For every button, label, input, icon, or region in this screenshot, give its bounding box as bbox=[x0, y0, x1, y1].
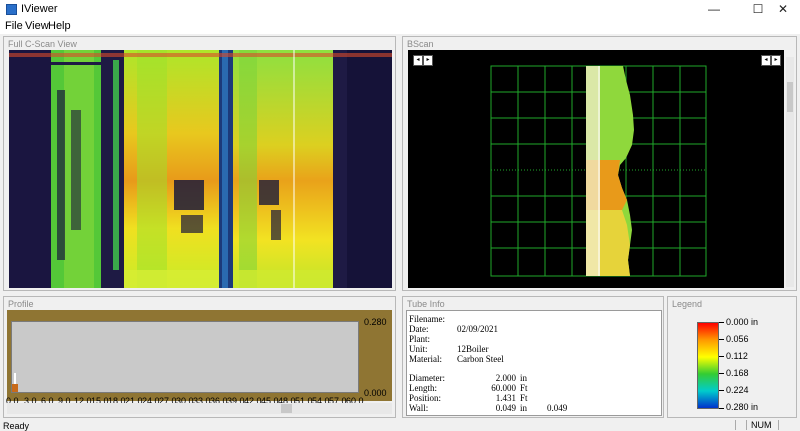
position-value: 1.431 bbox=[495, 393, 516, 403]
length-value: 60.000 bbox=[491, 383, 516, 393]
profile-panel: Profile 0.280 0.000 0.0 3.0 6.0 9.0 12.0… bbox=[3, 296, 396, 418]
profile-scrollbar[interactable] bbox=[7, 403, 392, 414]
menu-file[interactable]: File bbox=[5, 20, 23, 32]
window-title: IViewer bbox=[21, 3, 58, 15]
bscan-prev-button[interactable]: ◂ bbox=[413, 55, 423, 66]
bscan-image[interactable] bbox=[408, 50, 784, 288]
material-value: Carbon Steel bbox=[457, 354, 504, 364]
legend-tick bbox=[719, 373, 724, 374]
diameter-value: 2.000 bbox=[495, 373, 516, 383]
tube-info-box: Filename: Date: 02/09/2021 Plant: Unit: … bbox=[406, 310, 662, 416]
legend-label: 0.056 bbox=[726, 334, 749, 344]
legend-label: 0.112 bbox=[726, 351, 748, 361]
menu-view[interactable]: View bbox=[25, 20, 49, 32]
bscan-prev-right-button[interactable]: ◂ bbox=[761, 55, 771, 66]
app-icon bbox=[6, 4, 17, 15]
bscan-next-right-button[interactable]: ▸ bbox=[771, 55, 781, 66]
cscan-image[interactable] bbox=[9, 50, 392, 288]
legend-tick bbox=[719, 356, 724, 357]
close-button[interactable]: ✕ bbox=[766, 0, 800, 19]
status-cell-caps bbox=[735, 420, 742, 430]
filename-label: Filename: bbox=[409, 314, 445, 324]
legend-panel: Legend 0.000 in 0.056 0.112 0.168 0.224 … bbox=[667, 296, 797, 418]
profile-plot[interactable] bbox=[11, 321, 359, 393]
status-cell-scroll bbox=[778, 420, 799, 430]
profile-title: Profile bbox=[8, 299, 34, 309]
length-unit: Ft bbox=[520, 383, 528, 393]
bscan-panel: BScan ◂ ▸ ◂ ▸ bbox=[402, 36, 797, 291]
bscan-scrollbar-thumb[interactable] bbox=[787, 82, 793, 112]
date-value: 02/09/2021 bbox=[457, 324, 499, 334]
legend-label: 0.000 in bbox=[726, 317, 759, 327]
position-unit: Ft bbox=[520, 393, 528, 403]
profile-y-min: 0.000 bbox=[364, 388, 387, 398]
wall-unit: in bbox=[520, 403, 528, 413]
status-num: NUM bbox=[746, 420, 779, 430]
minimize-button[interactable]: — bbox=[697, 0, 731, 19]
unit-label: Unit: bbox=[409, 344, 428, 354]
title-bar bbox=[0, 0, 800, 19]
plant-label: Plant: bbox=[409, 334, 431, 344]
wall-extra-value: 0.049 bbox=[547, 403, 568, 413]
profile-y-max: 0.280 bbox=[364, 317, 387, 327]
menu-bar bbox=[0, 19, 800, 34]
diameter-unit: in bbox=[520, 373, 528, 383]
legend-label: 0.168 bbox=[726, 368, 749, 378]
bscan-title: BScan bbox=[407, 39, 434, 49]
date-label: Date: bbox=[409, 324, 429, 334]
menu-help[interactable]: Help bbox=[48, 20, 71, 32]
profile-signal bbox=[12, 384, 18, 392]
wall-value: 0.049 bbox=[495, 403, 516, 413]
tube-info-panel: Tube Info Filename: Date: 02/09/2021 Pla… bbox=[402, 296, 664, 418]
status-bar bbox=[0, 420, 800, 431]
legend-tick bbox=[719, 339, 724, 340]
wall-label: Wall: bbox=[409, 403, 429, 413]
legend-label: 0.280 in bbox=[726, 402, 759, 412]
cscan-panel: Full C-Scan View bbox=[3, 36, 396, 291]
cscan-title: Full C-Scan View bbox=[8, 39, 77, 49]
tube-info-title: Tube Info bbox=[407, 299, 445, 309]
profile-scrollbar-thumb[interactable] bbox=[281, 404, 292, 413]
length-label: Length: bbox=[409, 383, 437, 393]
legend-label: 0.224 bbox=[726, 385, 749, 395]
material-label: Material: bbox=[409, 354, 442, 364]
bscan-next-button[interactable]: ▸ bbox=[423, 55, 433, 66]
diameter-label: Diameter: bbox=[409, 373, 445, 383]
legend-tick bbox=[719, 322, 724, 323]
legend-tick bbox=[719, 390, 724, 391]
legend-color-scale bbox=[697, 322, 719, 409]
legend-tick bbox=[719, 408, 724, 409]
legend-title: Legend bbox=[672, 299, 703, 309]
position-label: Position: bbox=[409, 393, 442, 403]
status-text: Ready bbox=[3, 421, 30, 431]
unit-value: 12Boiler bbox=[457, 344, 489, 354]
